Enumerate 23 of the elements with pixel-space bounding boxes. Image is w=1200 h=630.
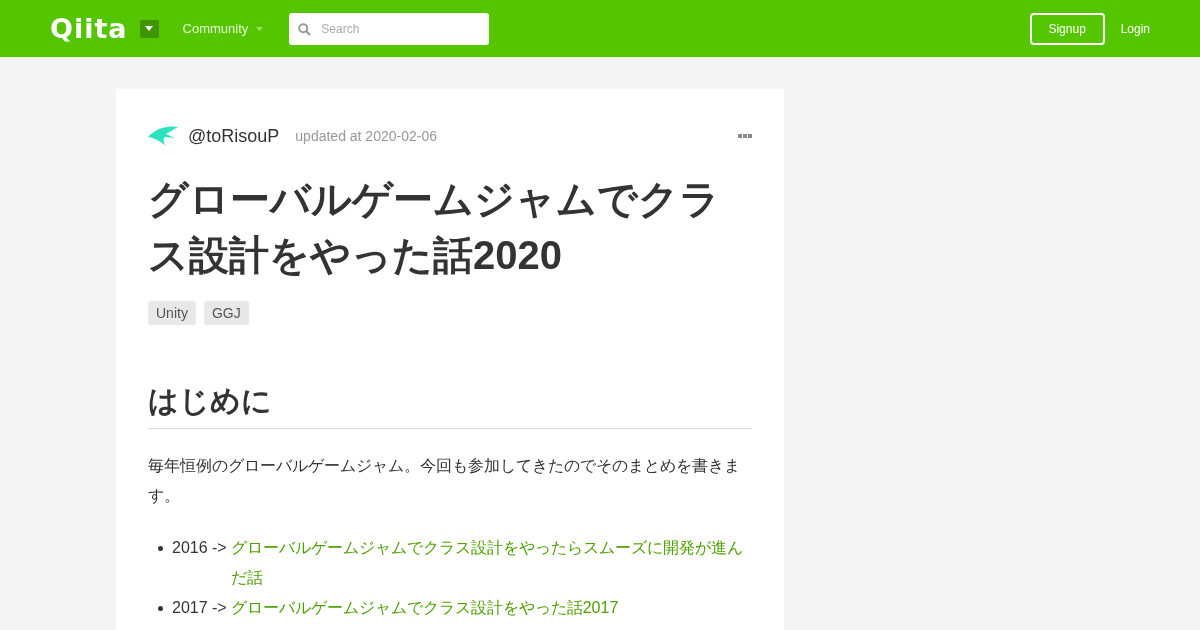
caret-icon [145,26,154,31]
bullet [158,606,163,611]
caret-icon [256,26,264,31]
list-item: 2016 -> [172,538,227,558]
search-icon [298,22,312,36]
dropdown-button[interactable] [139,19,159,38]
author-name[interactable]: @toRisouP [188,125,280,147]
section-heading: はじめに [148,381,752,429]
article-title: グローバルゲームジャムでクラス設計をやった話2020 [148,176,721,279]
search-field[interactable]: Search [289,12,490,45]
paragraph: 毎年恒例のグローバルゲームジャム。今回も参加してきたのでそのまとめを書きます。 [148,456,741,506]
tag[interactable]: GGJ [203,301,249,325]
logo[interactable]: Qiita [50,13,128,44]
article-link[interactable]: グローバルゲームジャムでクラス設計をやった話2017 [230,593,752,623]
community-menu[interactable]: Community [182,21,264,36]
article-link[interactable]: グローバルゲームジャムでクラス設計をやったらスムーズに開発が進んだ話 [230,533,752,593]
list-item: 2017 -> [172,598,227,618]
login-link[interactable]: Login [1120,21,1150,36]
more-icon[interactable] [738,134,752,138]
bullet [158,546,163,551]
updated-date: updated at 2020-02-06 [295,128,437,144]
signup-button[interactable]: Signup [1029,12,1105,45]
tag[interactable]: Unity [148,301,196,325]
